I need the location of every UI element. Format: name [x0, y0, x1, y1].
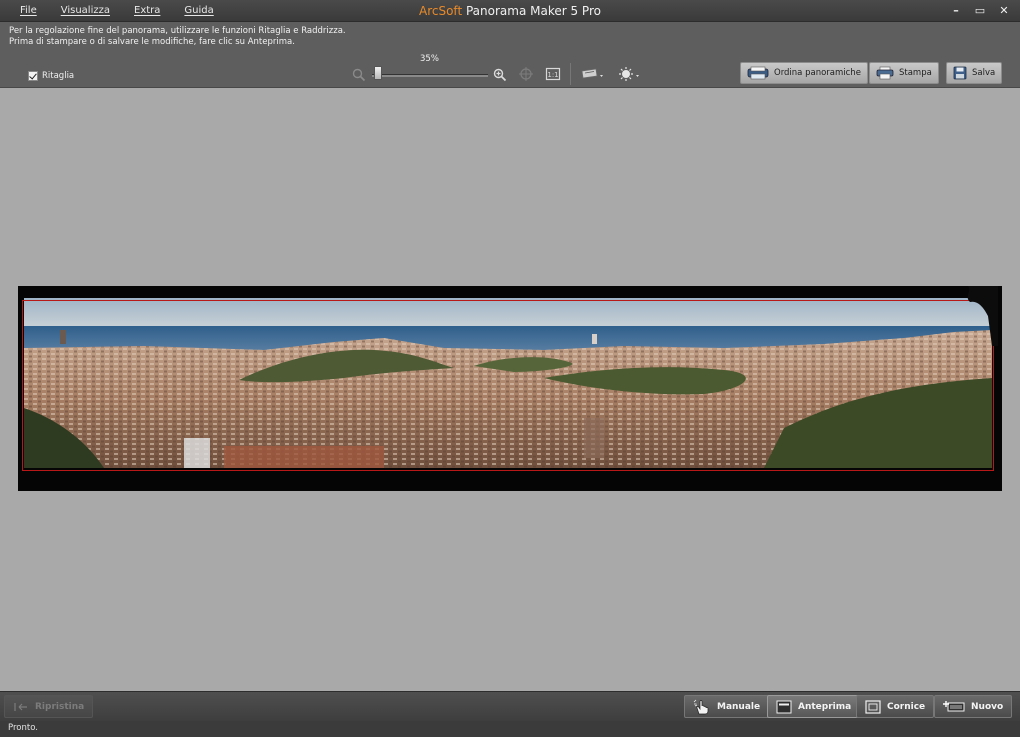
- preview-button[interactable]: Anteprima: [767, 695, 861, 718]
- app-title-brand: ArcSoft: [419, 4, 463, 18]
- save-button[interactable]: Salva: [946, 62, 1003, 84]
- zoom-in-icon[interactable]: [493, 68, 507, 82]
- menu-file[interactable]: File: [20, 0, 49, 22]
- pan-icon[interactable]: [518, 66, 534, 82]
- restore-button[interactable]: ▭: [974, 0, 986, 22]
- menu-extra[interactable]: Extra: [134, 0, 172, 22]
- preview-window-icon: [776, 700, 792, 713]
- crop-rectangle[interactable]: [22, 300, 994, 471]
- straighten-dropdown-icon[interactable]: [580, 66, 606, 82]
- floppy-disk-icon: [953, 66, 967, 80]
- manual-label: Manuale: [717, 701, 761, 712]
- svg-text:1:1: 1:1: [547, 71, 558, 79]
- brightness-dropdown-icon[interactable]: [618, 66, 642, 82]
- status-text: Pronto.: [8, 723, 38, 733]
- zoom-slider-thumb[interactable]: [373, 66, 382, 80]
- order-panoramas-label: Ordina panoramiche: [774, 68, 861, 78]
- window-controls: – ▭ ✕: [950, 0, 1010, 22]
- print-button[interactable]: Stampa: [869, 62, 939, 84]
- new-label: Nuovo: [971, 701, 1004, 712]
- frame-label: Cornice: [887, 701, 926, 712]
- menu-help[interactable]: Guida: [184, 0, 225, 22]
- zoom-out-icon[interactable]: [352, 68, 366, 82]
- preview-label: Anteprima: [798, 701, 852, 712]
- menu-view[interactable]: Visualizza: [61, 0, 122, 22]
- order-panoramas-button[interactable]: Ordina panoramiche: [740, 62, 868, 84]
- app-title-name: Panorama Maker 5 Pro: [465, 4, 601, 18]
- printer-icon: [876, 66, 894, 80]
- hand-pointer-icon: [693, 699, 709, 714]
- bottom-bar: Ripristina Manuale Anteprima Cornice Nuo…: [0, 691, 1020, 721]
- zoom-slider-track[interactable]: [372, 74, 488, 77]
- preview-canvas[interactable]: [0, 88, 1020, 691]
- hint-line-1: Per la regolazione fine del panorama, ut…: [9, 26, 346, 36]
- panorama-frame: [18, 286, 1002, 491]
- actual-size-icon[interactable]: 1:1: [545, 66, 561, 82]
- frame-button[interactable]: Cornice: [856, 695, 935, 718]
- tree-silhouette: [967, 286, 998, 346]
- new-panorama-icon: [943, 700, 965, 711]
- crop-checkbox[interactable]: [28, 71, 38, 81]
- manual-button[interactable]: Manuale: [684, 695, 770, 718]
- restore-button-bottom[interactable]: Ripristina: [4, 695, 94, 718]
- crop-label: Ritaglia: [42, 71, 75, 81]
- restore-label: Ripristina: [35, 701, 85, 712]
- title-bar: File Visualizza Extra Guida ArcSoft Pano…: [0, 0, 1020, 22]
- new-button[interactable]: Nuovo: [934, 695, 1013, 718]
- toolbar: Per la regolazione fine del panorama, ut…: [0, 22, 1020, 88]
- minimize-button[interactable]: –: [950, 0, 962, 22]
- panorama-printer-icon: [747, 66, 769, 80]
- picture-frame-icon: [865, 699, 881, 714]
- crop-checkbox-group[interactable]: Ritaglia: [28, 71, 74, 81]
- print-label: Stampa: [899, 68, 932, 78]
- save-label: Salva: [972, 68, 996, 78]
- toolbar-separator: [570, 63, 571, 85]
- zoom-percent-label: 35%: [420, 54, 439, 64]
- reset-icon: [14, 702, 27, 711]
- status-bar: Pronto.: [0, 721, 1020, 737]
- menu-bar: File Visualizza Extra Guida: [20, 0, 238, 22]
- instruction-hint: Per la regolazione fine del panorama, ut…: [9, 26, 346, 48]
- hint-line-2: Prima di stampare o di salvare le modifi…: [9, 37, 295, 47]
- close-button[interactable]: ✕: [998, 0, 1010, 22]
